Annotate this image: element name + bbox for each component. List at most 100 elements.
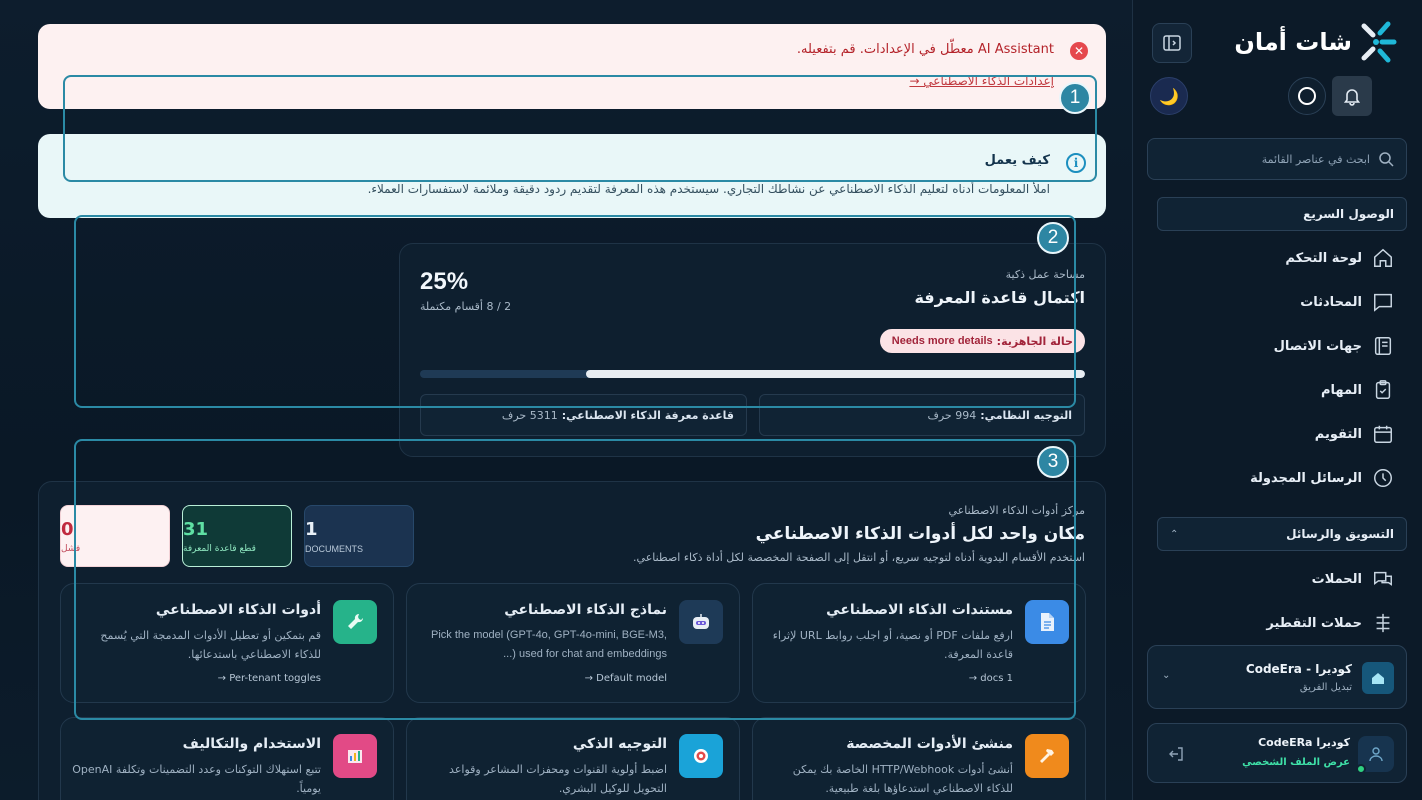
- completion-percent: 25%: [420, 268, 469, 295]
- sidebar-item-label: لوحة التحكم: [1285, 250, 1362, 266]
- tool-link[interactable]: docs 1 →: [969, 673, 1013, 684]
- tool-link[interactable]: Per-tenant toggles →: [218, 673, 321, 684]
- info-title: كيف يعمل: [984, 153, 1050, 168]
- tool-desc: قم بتمكين أو تعطيل الأدوات المدمجة التي …: [100, 629, 321, 661]
- chat-icon: [1374, 293, 1392, 312]
- collapse-sidebar-button[interactable]: [1152, 23, 1192, 63]
- marketing-section-header[interactable]: التسويق والرسائل ⌃: [1157, 517, 1407, 551]
- ai-tools-hub: مركز أدوات الذكاء الاصطناعي مكان واحد لك…: [38, 481, 1106, 800]
- documents-stat: 1 DOCUMENTS: [304, 505, 414, 567]
- annotation-badge-3: 3: [1037, 446, 1069, 478]
- tool-card-usage-costs[interactable]: الاستخدام والتكاليف تتبع استهلاك التوكنا…: [60, 717, 394, 800]
- readiness-label: حالة الجاهزية:: [996, 334, 1073, 348]
- marketing-label: التسويق والرسائل: [1286, 527, 1394, 541]
- system-prompt-value: 994 حرف: [927, 408, 977, 422]
- kb-progress-fill: [586, 370, 1085, 378]
- documents-count: 1: [305, 518, 318, 540]
- readiness-value: Needs more details: [891, 335, 993, 347]
- main-content: ✕ AI Assistant معطّل في الإعدادات. قم بت…: [0, 0, 1132, 800]
- profile-card[interactable]: كوديرا CodeERa عرض الملف الشخصي: [1147, 723, 1407, 783]
- sidebar-item-tasks[interactable]: المهام: [1321, 378, 1394, 402]
- sidebar-item-label: المهام: [1320, 382, 1362, 398]
- sidebar-toggle-icon: [1163, 35, 1181, 51]
- info-body: املأ المعلومات أدناه لتعليم الذكاء الاصط…: [367, 182, 1050, 196]
- alert-message: AI Assistant معطّل في الإعدادات. قم بتفع…: [796, 42, 1054, 57]
- tool-title: أدوات الذكاء الاصطناعي: [155, 602, 321, 618]
- profile-link[interactable]: عرض الملف الشخصي: [1242, 757, 1350, 768]
- annotation-badge-1: 1: [1059, 82, 1091, 114]
- calendar-icon: [1374, 425, 1392, 443]
- kb-chunks-stat: 31 قطع قاعدة المعرفة: [182, 505, 292, 567]
- robot-icon: [679, 600, 723, 644]
- bell-icon: [1343, 89, 1361, 106]
- kb-chars-label: قاعدة معرفة الذكاء الاصطناعي:: [561, 408, 734, 422]
- how-it-works-alert: i كيف يعمل املأ المعلومات أدناه لتعليم ا…: [38, 134, 1106, 218]
- profile-name: كوديرا CodeERa: [1258, 736, 1350, 749]
- dark-mode-toggle[interactable]: 🌙: [1150, 77, 1188, 115]
- contacts-icon: [1374, 337, 1392, 355]
- sidebar-item-drip-campaigns[interactable]: حملات التقطير: [1266, 611, 1394, 635]
- tool-desc: Pick the model (GPT-4o, GPT-4o-mini, BGE…: [431, 629, 667, 660]
- sidebar-item-campaigns[interactable]: الحملات: [1312, 567, 1394, 591]
- sidebar-item-label: جهات الاتصال: [1273, 338, 1362, 354]
- tool-link[interactable]: Default model →: [585, 673, 667, 684]
- tool-desc: اضبط أولوية القنوات ومحفزات المشاعر وقوا…: [449, 763, 667, 795]
- tool-card-ai-models[interactable]: نماذج الذكاء الاصطناعي Pick the model (G…: [406, 583, 740, 703]
- team-switcher[interactable]: كوديرا - CodeEra تبديل الفريق ⌄: [1147, 645, 1407, 709]
- sidebar-item-conversations[interactable]: المحادثات: [1300, 290, 1394, 314]
- team-avatar: [1362, 662, 1394, 694]
- kb-completion-card: مساحة عمل ذكية اكتمال قاعدة المعرفة 25% …: [399, 243, 1106, 457]
- sidebar-item-contacts[interactable]: جهات الاتصال: [1274, 334, 1394, 358]
- team-name: كوديرا - CodeEra: [1245, 662, 1352, 676]
- chart-icon: [333, 734, 377, 778]
- tool-title: التوجيه الذكي: [572, 736, 667, 752]
- kb-chunks-count: 31: [183, 518, 209, 540]
- kb-chars-stat: قاعدة معرفة الذكاء الاصطناعي: 5311 حرف: [420, 394, 747, 436]
- tool-desc: تتبع استهلاك التوكنات وعدد التضمينات وتك…: [72, 763, 321, 795]
- sidebar: شات أمان 🌙 ابحث في عناصر القائمة الوصول …: [1132, 0, 1422, 800]
- tool-title: منشئ الأدوات المخصصة: [846, 736, 1013, 752]
- ai-settings-link[interactable]: إعدادات الذكاء الاصطناعي →: [909, 74, 1054, 88]
- hub-eyebrow: مركز أدوات الذكاء الاصطناعي: [948, 504, 1085, 517]
- sidebar-item-label: الرسائل المجدولة: [1250, 470, 1362, 486]
- chevron-down-icon: ⌄: [1162, 670, 1171, 681]
- home-icon: [1374, 248, 1392, 267]
- hub-title: مكان واحد لكل أدوات الذكاء الاصطناعي: [755, 524, 1085, 544]
- sidebar-item-label: حملات التقطير: [1266, 615, 1362, 631]
- sidebar-item-dashboard[interactable]: لوحة التحكم: [1285, 246, 1394, 270]
- notifications-button[interactable]: [1332, 76, 1372, 116]
- tool-card-custom-tools[interactable]: منشئ الأدوات المخصصة أنشئ أدوات HTTP/Web…: [752, 717, 1086, 800]
- house-icon: [1372, 673, 1384, 684]
- brand-logo: شات أمان: [1234, 20, 1398, 64]
- ai-disabled-alert: ✕ AI Assistant معطّل في الإعدادات. قم بت…: [38, 24, 1106, 109]
- tool-title: نماذج الذكاء الاصطناعي: [504, 602, 667, 618]
- tool-desc: ارفع ملفات PDF أو نصية، أو اجلب روابط UR…: [772, 629, 1013, 661]
- hub-subtitle: استخدم الأقسام اليدوية أدناه لتوجيه سريع…: [633, 551, 1085, 564]
- document-icon: [1025, 600, 1069, 644]
- target-icon: [679, 734, 723, 778]
- moon-icon: 🌙: [1159, 86, 1179, 106]
- tool-card-ai-tools[interactable]: أدوات الذكاء الاصطناعي قم بتمكين أو تعطي…: [60, 583, 394, 703]
- sections-completed: 2 / 8 أقسام مكتملة: [420, 300, 512, 313]
- system-prompt-label: التوجيه النظامي:: [980, 408, 1072, 422]
- tool-desc: أنشئ أدوات HTTP/Webhook الخاصة بك يمكن ل…: [792, 763, 1013, 795]
- hammer-icon: [1025, 734, 1069, 778]
- status-button[interactable]: [1288, 77, 1326, 115]
- search-placeholder: ابحث في عناصر القائمة: [1261, 152, 1370, 166]
- logout-icon[interactable]: [1168, 746, 1184, 762]
- sidebar-item-label: الحملات: [1311, 571, 1362, 587]
- tool-card-smart-routing[interactable]: التوجيه الذكي اضبط أولوية القنوات ومحفزا…: [406, 717, 740, 800]
- campaign-icon: [1374, 571, 1392, 586]
- failed-stat: 0 فشل: [60, 505, 170, 567]
- sidebar-item-calendar[interactable]: التقويم: [1315, 422, 1394, 446]
- error-icon: ✕: [1070, 42, 1088, 60]
- quick-access-header[interactable]: الوصول السريع: [1157, 197, 1407, 231]
- user-icon: [1369, 747, 1383, 762]
- tool-card-ai-documents[interactable]: مستندات الذكاء الاصطناعي ارفع ملفات PDF …: [752, 583, 1086, 703]
- sidebar-item-scheduled-messages[interactable]: الرسائل المجدولة: [1250, 466, 1394, 490]
- drip-icon: [1376, 613, 1390, 633]
- quick-access-label: الوصول السريع: [1303, 207, 1394, 221]
- sidebar-item-label: المحادثات: [1300, 294, 1362, 310]
- sidebar-search[interactable]: ابحث في عناصر القائمة: [1147, 138, 1407, 180]
- search-icon: [1379, 152, 1394, 167]
